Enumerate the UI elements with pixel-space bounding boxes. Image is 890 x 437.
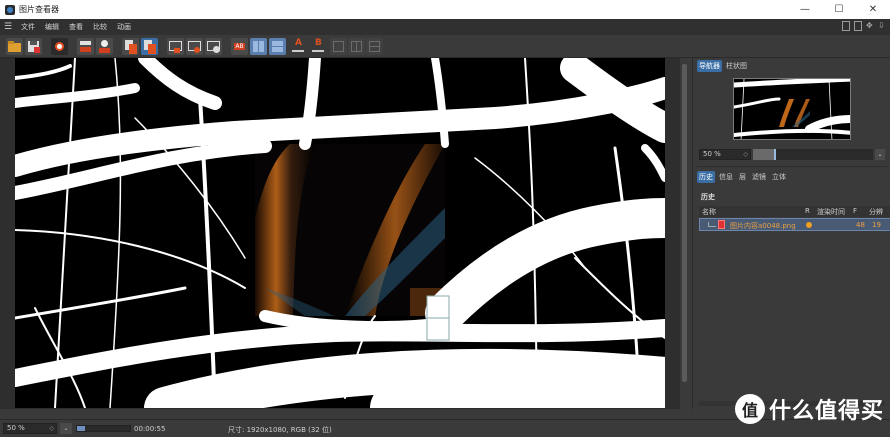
move-icon[interactable]: ✥ xyxy=(866,21,874,31)
toolbar: AB A B xyxy=(0,35,890,58)
rendered-image xyxy=(15,58,665,408)
zoom-spinner-icon[interactable]: ◇ xyxy=(743,150,748,159)
history-row-name: 图片内容a0048.png xyxy=(730,222,796,230)
history-list-area[interactable] xyxy=(699,231,885,399)
layout-2-icon[interactable] xyxy=(348,38,365,55)
status-zoom-spinner-icon[interactable]: ◇ xyxy=(49,424,54,433)
panel-layout-icon[interactable] xyxy=(842,21,850,31)
set-b-label: B xyxy=(315,38,322,48)
image-canvas[interactable] xyxy=(15,58,665,408)
scrollbar-thumb[interactable] xyxy=(682,64,687,382)
menu-file[interactable]: 文件 xyxy=(16,22,40,32)
view-c-icon[interactable] xyxy=(205,38,222,55)
new-panel-icon[interactable] xyxy=(854,21,862,31)
hamburger-menu-icon[interactable]: ☰ xyxy=(0,22,16,32)
col-resolution[interactable]: 分辨 xyxy=(869,207,883,217)
render-time: 00:00:55 xyxy=(134,425,166,433)
window-title: 图片查看器 xyxy=(19,5,59,14)
app-icon xyxy=(5,4,15,15)
tree-branch-icon xyxy=(708,222,716,227)
vertical-scrollbar[interactable] xyxy=(681,62,688,406)
side-panel: 导航器 柱状图 50 % ◇ ⌄ 历史 信息 层 滤镜 立体 历史 名称 R 渲… xyxy=(692,58,890,409)
status-zoom-value: 50 % xyxy=(7,424,25,432)
watermark: 值 什么值得买 xyxy=(734,393,884,425)
close-button[interactable]: ✕ xyxy=(856,0,890,19)
zoom-slider-handle[interactable] xyxy=(774,149,776,160)
pin-icon[interactable]: ⇩ xyxy=(878,21,886,31)
history-section-title: 历史 xyxy=(701,193,715,201)
navigator-preview xyxy=(734,79,850,139)
user-icon[interactable] xyxy=(96,38,113,55)
layout-3-icon[interactable] xyxy=(366,38,383,55)
col-frame[interactable]: F xyxy=(853,207,857,215)
col-r[interactable]: R xyxy=(805,207,810,215)
tab-stereo[interactable]: 立体 xyxy=(770,171,788,183)
layout-1-icon[interactable] xyxy=(330,38,347,55)
render-status-icon xyxy=(806,222,812,228)
status-zoom-dropdown-icon[interactable]: ⌄ xyxy=(60,423,72,434)
tab-info[interactable]: 信息 xyxy=(717,171,735,183)
menu-compare[interactable]: 比较 xyxy=(88,22,112,32)
menu-edit[interactable]: 编辑 xyxy=(40,22,64,32)
zoom-slider[interactable] xyxy=(753,149,873,160)
render-progress-fill xyxy=(77,426,85,431)
navigator-thumbnail[interactable] xyxy=(733,78,851,140)
tab-filter[interactable]: 滤镜 xyxy=(750,171,768,183)
zoom-slider-fill xyxy=(753,149,775,160)
zoom-dropdown-icon[interactable]: ⌄ xyxy=(875,149,885,160)
tab-layers[interactable]: 层 xyxy=(737,171,748,183)
image-file-icon xyxy=(718,220,725,229)
split-icon[interactable] xyxy=(250,38,267,55)
history-row-resolution: 19 xyxy=(872,221,881,229)
image-info: 尺寸: 1920x1080, RGB (32 位) xyxy=(228,426,332,434)
zoom-input-value: 50 % xyxy=(703,150,721,158)
col-render-time[interactable]: 渲染时间 xyxy=(817,207,845,217)
history-row[interactable]: 图片内容a0048.png 48 19 xyxy=(699,218,890,231)
edit-icon[interactable] xyxy=(77,38,94,55)
view-a-icon[interactable] xyxy=(167,38,184,55)
tab-navigator[interactable]: 导航器 xyxy=(697,60,722,72)
paste-icon[interactable] xyxy=(141,38,158,55)
open-icon[interactable] xyxy=(6,38,23,55)
history-row-frame: 48 xyxy=(856,221,865,229)
status-zoom-input[interactable]: 50 % ◇ xyxy=(3,423,57,434)
menu-bar: ☰ 文件 编辑 查看 比较 动画 ✥ ⇩ xyxy=(0,19,890,35)
history-table-header: 名称 R 渲染时间 F 分辨 xyxy=(699,206,890,217)
panel-divider xyxy=(697,166,887,167)
render-region-icon[interactable] xyxy=(51,38,68,55)
swap-icon[interactable] xyxy=(269,38,286,55)
ab-compare-icon[interactable]: AB xyxy=(231,38,248,55)
col-name[interactable]: 名称 xyxy=(702,207,716,217)
maximize-button[interactable]: ☐ xyxy=(822,0,856,19)
zoom-input[interactable]: 50 % ◇ xyxy=(699,149,751,160)
watermark-text: 什么值得买 xyxy=(768,399,884,424)
minimize-button[interactable]: — xyxy=(788,0,822,19)
menu-view[interactable]: 查看 xyxy=(64,22,88,32)
set-a-label: A xyxy=(295,38,302,48)
watermark-logo: 值 xyxy=(734,394,765,424)
zoom-control: 50 % ◇ ⌄ xyxy=(699,149,885,160)
set-a-icon[interactable]: A xyxy=(290,38,307,55)
tab-history[interactable]: 历史 xyxy=(697,171,715,183)
set-b-icon[interactable]: B xyxy=(310,38,327,55)
menu-animation[interactable]: 动画 xyxy=(112,22,136,32)
title-bar: 图片查看器 — ☐ ✕ xyxy=(0,0,890,19)
tab-histogram[interactable]: 柱状图 xyxy=(724,60,749,72)
save-icon[interactable] xyxy=(25,38,42,55)
ab-label: AB xyxy=(234,43,245,50)
view-b-icon[interactable] xyxy=(186,38,203,55)
render-progress-bar xyxy=(76,425,131,432)
copy-icon[interactable] xyxy=(122,38,139,55)
